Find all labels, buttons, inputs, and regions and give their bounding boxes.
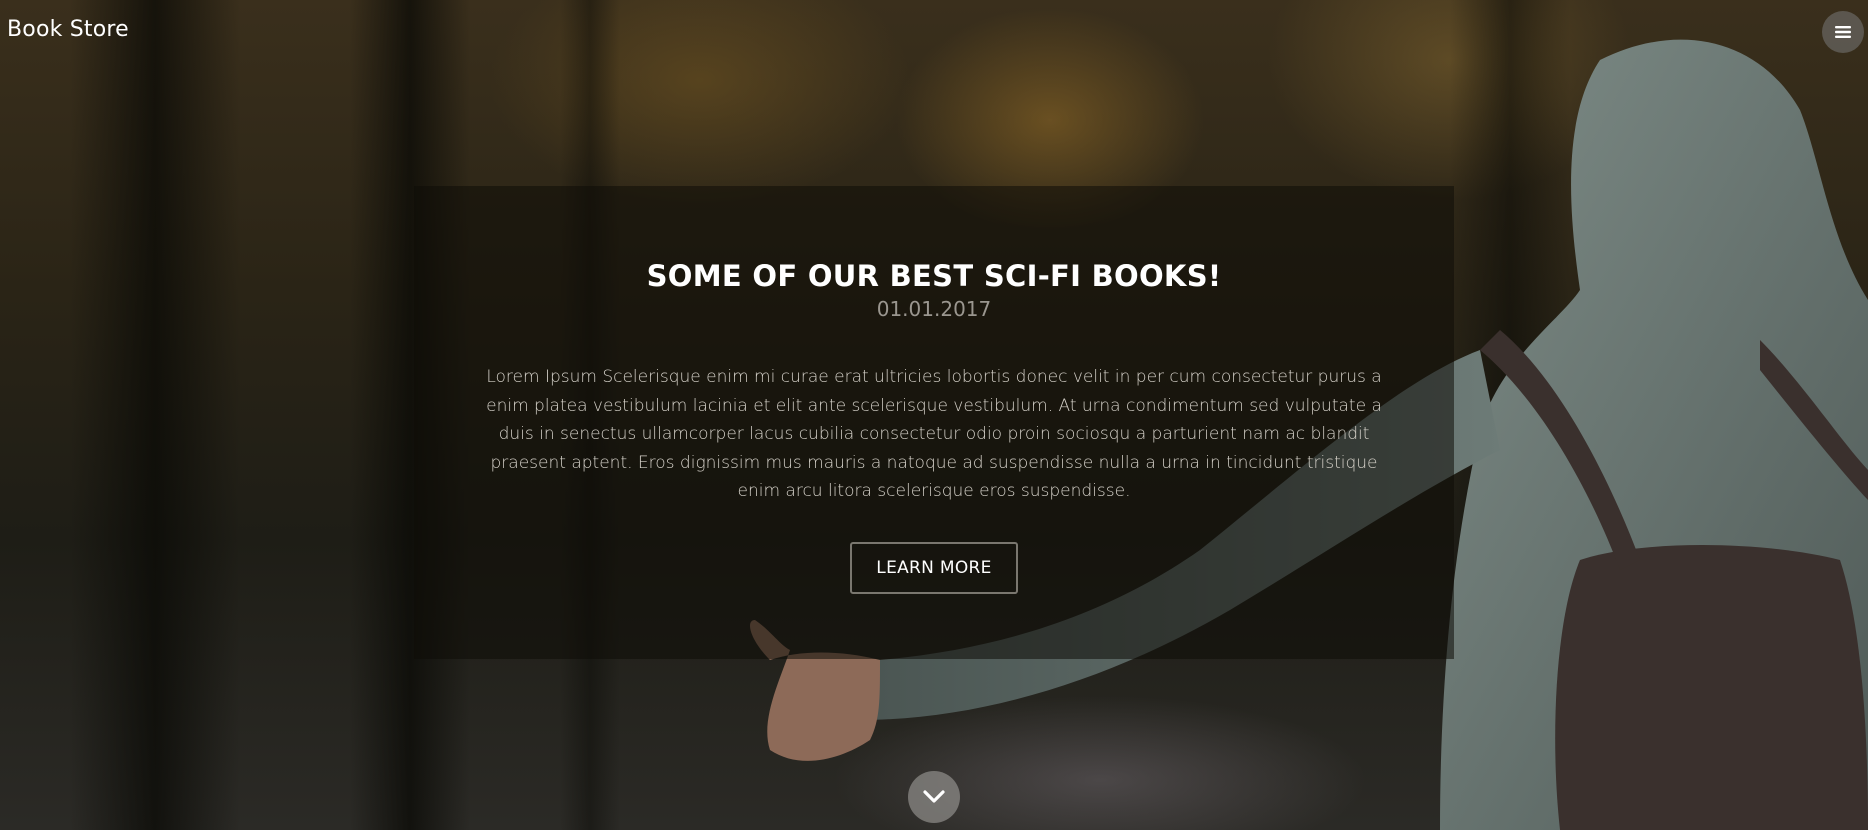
navbar: Book Store: [0, 0, 1868, 66]
hero-title: SOME OF OUR BEST SCI-FI BOOKS!: [646, 259, 1222, 293]
hero-card: SOME OF OUR BEST SCI-FI BOOKS! 01.01.201…: [414, 186, 1454, 659]
brand-logo[interactable]: Book Store: [7, 17, 129, 42]
hamburger-menu-icon: [1835, 26, 1851, 38]
learn-more-button[interactable]: LEARN MORE: [850, 541, 1018, 594]
chevron-down-icon: [923, 790, 945, 803]
background-tree: [1450, 0, 1570, 830]
background-tree: [70, 0, 240, 830]
menu-button[interactable]: [1822, 11, 1864, 53]
hero-date: 01.01.2017: [876, 297, 992, 321]
scroll-down-button[interactable]: [908, 771, 960, 823]
hero-section: Book Store SOME OF OUR BEST SCI-FI BOOKS…: [0, 0, 1868, 830]
hero-description: Lorem Ipsum Scelerisque enim mi curae er…: [486, 367, 1382, 502]
